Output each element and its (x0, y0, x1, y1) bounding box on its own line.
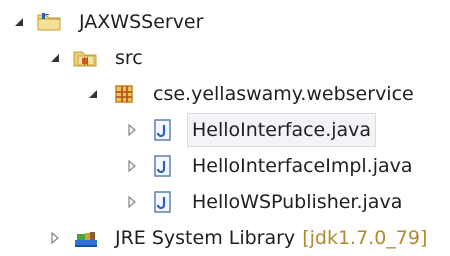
tree-item-label[interactable]: HelloInterfaceImpl.java (187, 149, 418, 183)
project-folder-icon (36, 9, 64, 35)
collapsed-arrow-icon[interactable] (46, 229, 64, 247)
source-folder-icon (72, 45, 100, 71)
tree-item-src[interactable]: src (46, 40, 148, 76)
tree-item-file[interactable]: HelloInterfaceImpl.java (123, 148, 418, 184)
jdk-version-decoration: [jdk1.7.0_79] (302, 227, 428, 249)
tree-item-library[interactable]: JRE System Library [jdk1.7.0_79] (46, 220, 432, 256)
library-name: JRE System Library (115, 227, 296, 249)
tree-item-label[interactable]: JAXWSServer (74, 5, 208, 39)
collapsed-arrow-icon[interactable] (123, 157, 141, 175)
tree-item-label[interactable]: JRE System Library [jdk1.7.0_79] (110, 221, 432, 255)
tree-item-label[interactable]: cse.yellaswamy.webservice (148, 77, 419, 111)
java-file-icon (149, 189, 177, 215)
java-file-icon (149, 117, 177, 143)
project-explorer-tree: JAXWSServer src cse.yellaswamy.webservic… (0, 0, 450, 256)
expanded-arrow-icon[interactable] (84, 85, 102, 103)
collapsed-arrow-icon[interactable] (123, 121, 141, 139)
tree-item-label[interactable]: src (110, 41, 148, 75)
expanded-arrow-icon[interactable] (10, 13, 28, 31)
tree-item-project[interactable]: JAXWSServer (10, 4, 208, 40)
collapsed-arrow-icon[interactable] (123, 193, 141, 211)
package-icon (110, 81, 138, 107)
expanded-arrow-icon[interactable] (46, 49, 64, 67)
tree-item-file[interactable]: HelloInterface.java (123, 112, 377, 148)
java-file-icon (149, 153, 177, 179)
library-icon (72, 225, 100, 251)
tree-item-package[interactable]: cse.yellaswamy.webservice (84, 76, 419, 112)
tree-item-label[interactable]: HelloWSPublisher.java (187, 185, 407, 219)
tree-item-file[interactable]: HelloWSPublisher.java (123, 184, 407, 220)
tree-item-label[interactable]: HelloInterface.java (187, 113, 377, 147)
